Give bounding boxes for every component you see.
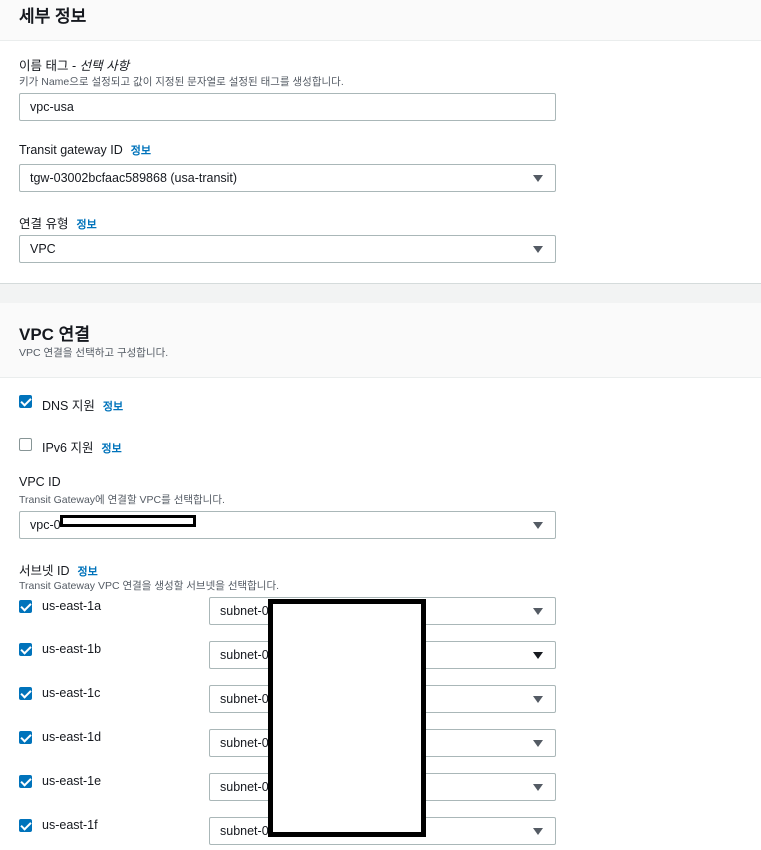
name-tag-input[interactable]: vpc-usa bbox=[19, 93, 556, 121]
chevron-down-icon bbox=[533, 246, 543, 253]
subnet-az-label: us-east-1b bbox=[42, 642, 102, 656]
attach-type-label: 연결 유형 정보 bbox=[19, 213, 97, 232]
subnet-id-label-text: 서브넷 ID bbox=[19, 564, 70, 578]
chevron-down-icon bbox=[533, 784, 543, 791]
subnet-az-label: us-east-1f bbox=[42, 818, 98, 832]
subnet-checkbox-1b[interactable] bbox=[19, 643, 32, 656]
redaction-box bbox=[268, 599, 426, 837]
attach-type-select[interactable]: VPC bbox=[19, 235, 556, 263]
chevron-down-icon bbox=[533, 740, 543, 747]
name-tag-label: 이름 태그 - 선택 사항 bbox=[19, 55, 129, 74]
ipv6-support-label: IPv6 지원 정보 bbox=[42, 437, 122, 456]
attach-type-info-link[interactable]: 정보 bbox=[76, 219, 96, 231]
ipv6-info-link[interactable]: 정보 bbox=[102, 443, 122, 455]
name-tag-label-text: 이름 태그 - bbox=[19, 59, 80, 73]
subnet-select-value: subnet-0 bbox=[220, 604, 269, 618]
attach-type-select-value: VPC bbox=[30, 242, 56, 256]
tgw-info-link[interactable]: 정보 bbox=[131, 145, 151, 157]
vpc-id-description: Transit Gateway에 연결할 VPC를 선택합니다. bbox=[19, 494, 225, 506]
section-divider bbox=[0, 283, 761, 303]
subnet-id-description: Transit Gateway VPC 연결을 생성할 서브넷을 선택합니다. bbox=[19, 580, 280, 592]
subnet-select-value: subnet-0 bbox=[220, 780, 269, 794]
tgw-select[interactable]: tgw-03002bcfaac589868 (usa-transit) bbox=[19, 164, 556, 192]
name-tag-description: 키가 Name으로 설정되고 값이 지정된 문자열로 설정된 태그를 생성합니다… bbox=[19, 76, 344, 88]
chevron-down-icon bbox=[533, 522, 543, 529]
dns-info-link[interactable]: 정보 bbox=[103, 401, 123, 413]
dns-support-label: DNS 지원 정보 bbox=[42, 395, 123, 414]
details-header: 세부 정보 bbox=[0, 0, 761, 41]
vpc-attachment-header: VPC 연결 VPC 연결을 선택하고 구성합니다. bbox=[0, 303, 761, 378]
subnet-select-value: subnet-0 bbox=[220, 824, 269, 838]
chevron-down-icon bbox=[533, 696, 543, 703]
subnet-az-label: us-east-1c bbox=[42, 686, 101, 700]
subnet-id-label: 서브넷 ID 정보 bbox=[19, 560, 98, 579]
vpc-attachment-title: VPC 연결 bbox=[19, 325, 90, 344]
subnet-checkbox-1a[interactable] bbox=[19, 600, 32, 613]
subnet-checkbox-1e[interactable] bbox=[19, 775, 32, 788]
ipv6-support-label-text: IPv6 지원 bbox=[42, 441, 94, 455]
subnet-az-label: us-east-1e bbox=[42, 774, 102, 788]
subnet-select-value: subnet-0 bbox=[220, 692, 269, 706]
subnet-select-value: subnet-0 bbox=[220, 648, 269, 662]
tgw-label: Transit gateway ID 정보 bbox=[19, 142, 151, 158]
vpc-attachment-description: VPC 연결을 선택하고 구성합니다. bbox=[19, 347, 169, 359]
name-tag-optional: 선택 사항 bbox=[79, 59, 130, 73]
subnet-az-label: us-east-1d bbox=[42, 730, 102, 744]
chevron-down-icon bbox=[533, 608, 543, 615]
tgw-label-text: Transit gateway ID bbox=[19, 143, 123, 157]
chevron-down-icon bbox=[533, 175, 543, 182]
dns-support-label-text: DNS 지원 bbox=[42, 399, 95, 413]
subnet-select-value: subnet-0 bbox=[220, 736, 269, 750]
dns-support-checkbox[interactable] bbox=[19, 395, 32, 408]
subnet-checkbox-1d[interactable] bbox=[19, 731, 32, 744]
subnet-checkbox-1f[interactable] bbox=[19, 819, 32, 832]
chevron-down-icon bbox=[533, 828, 543, 835]
tgw-select-value: tgw-03002bcfaac589868 (usa-transit) bbox=[30, 171, 238, 185]
ipv6-support-checkbox[interactable] bbox=[19, 438, 32, 451]
subnet-info-link[interactable]: 정보 bbox=[77, 566, 97, 578]
vpc-id-select-value: vpc-0 bbox=[30, 518, 61, 532]
redaction-bar bbox=[60, 515, 196, 527]
attach-type-label-text: 연결 유형 bbox=[19, 217, 69, 231]
chevron-down-icon bbox=[533, 652, 543, 659]
details-title: 세부 정보 bbox=[19, 7, 87, 26]
vpc-id-label: VPC ID bbox=[19, 475, 61, 489]
subnet-az-label: us-east-1a bbox=[42, 599, 102, 613]
subnet-checkbox-1c[interactable] bbox=[19, 687, 32, 700]
